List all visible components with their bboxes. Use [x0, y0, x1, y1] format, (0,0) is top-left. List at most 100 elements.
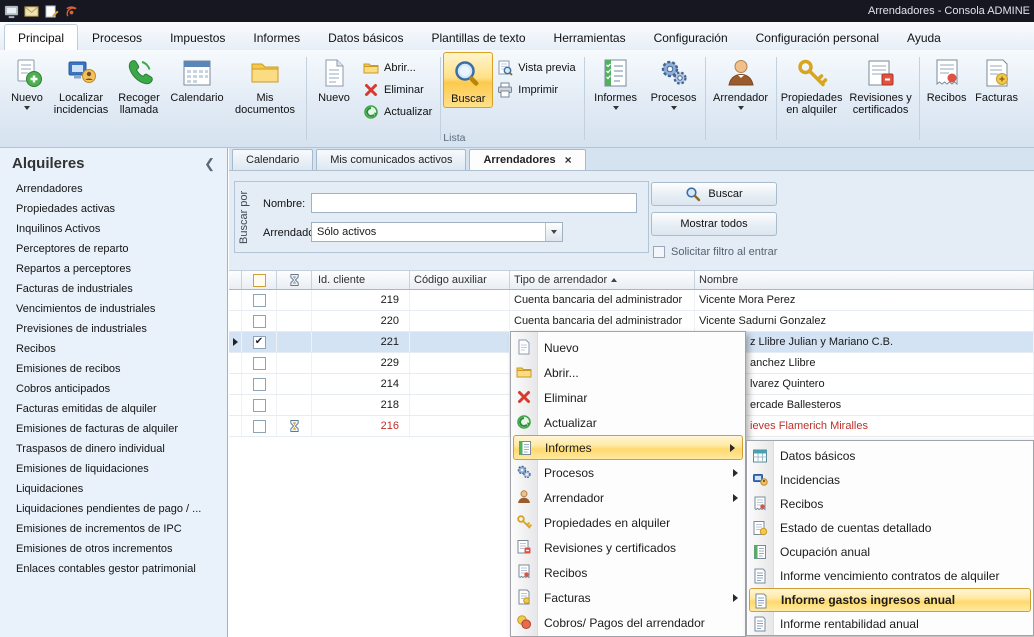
menu-item-nuevo[interactable]: Nuevo	[511, 335, 745, 360]
column-header-tipo-arrendador[interactable]: Tipo de arrendador	[510, 271, 695, 289]
tab-procesos[interactable]: Procesos	[78, 24, 156, 50]
menu-item-abrir[interactable]: Abrir...	[511, 360, 745, 385]
sidebar-item-vencimientos[interactable]: Vencimientos de industriales	[0, 299, 227, 319]
sidebar-item-cobros-anticipados[interactable]: Cobros anticipados	[0, 379, 227, 399]
sidebar-item-propiedades-activas[interactable]: Propiedades activas	[0, 199, 227, 219]
row-checkbox[interactable]	[252, 377, 266, 391]
row-checkbox[interactable]	[252, 314, 266, 328]
tab-plantillas[interactable]: Plantillas de texto	[417, 24, 539, 50]
sidebar-item-inquilinos-activos[interactable]: Inquilinos Activos	[0, 219, 227, 239]
arrendadores-select[interactable]: Sólo activos	[311, 222, 563, 242]
menu-item-arrendador[interactable]: Arrendador	[511, 485, 745, 510]
table-row[interactable]: 219 Cuenta bancaria del administrador Vi…	[229, 290, 1034, 311]
menu-item-recibos[interactable]: Recibos	[511, 560, 745, 585]
header-checkbox-icon[interactable]	[252, 273, 266, 287]
sidebar-item-incrementos-ipc[interactable]: Emisiones de incrementos de IPC	[0, 519, 227, 539]
collapse-sidebar-icon[interactable]: ❮	[204, 156, 215, 172]
sidebar-item-enlaces-contables[interactable]: Enlaces contables gestor patrimonial	[0, 559, 227, 579]
submenu-item-informe-rentabilidad[interactable]: Informe rentabilidad anual	[747, 612, 1033, 635]
column-header-codigo-auxiliar[interactable]: Código auxiliar	[410, 271, 510, 289]
localizar-incidencias-button[interactable]: Localizar incidencias	[52, 52, 110, 119]
menu-item-eliminar[interactable]: Eliminar	[511, 385, 745, 410]
sidebar-item-previsiones[interactable]: Previsiones de industriales	[0, 319, 227, 339]
submenu-item-datos-basicos[interactable]: Datos básicos	[747, 444, 1033, 468]
close-tab-icon[interactable]: ×	[565, 153, 572, 167]
table-row[interactable]: 220 Cuenta bancaria del administrador Vi…	[229, 311, 1034, 332]
solicitar-filtro-checkbox[interactable]: Solicitar filtro al entrar	[653, 246, 777, 258]
submenu-item-estado-cuentas[interactable]: Estado de cuentas detallado	[747, 516, 1033, 540]
sidebar-item-emisiones-recibos[interactable]: Emisiones de recibos	[0, 359, 227, 379]
tab-herramientas[interactable]: Herramientas	[540, 24, 640, 50]
nuevo-button[interactable]: Nuevo	[2, 52, 52, 112]
row-checkbox-checked[interactable]: ✔	[252, 335, 266, 349]
mail-icon[interactable]	[24, 4, 39, 19]
menu-item-procesos[interactable]: Procesos	[511, 460, 745, 485]
sidebar-item-facturas-industriales[interactable]: Facturas de industriales	[0, 279, 227, 299]
mostrar-todos-button[interactable]: Mostrar todos	[651, 212, 777, 236]
actualizar-button[interactable]: Actualizar	[363, 104, 432, 120]
submenu-item-incidencias[interactable]: Incidencias	[747, 468, 1033, 492]
edit-note-icon[interactable]	[44, 4, 59, 19]
menu-item-facturas[interactable]: Facturas	[511, 585, 745, 610]
sidebar-item-perceptores[interactable]: Perceptores de reparto	[0, 239, 227, 259]
tab-informes[interactable]: Informes	[239, 24, 314, 50]
eliminar-button[interactable]: Eliminar	[363, 82, 432, 98]
recibos-button[interactable]: Recibos	[922, 52, 972, 106]
abrir-button[interactable]: Abrir...	[363, 60, 432, 76]
sidebar-item-facturas-emitidas[interactable]: Facturas emitidas de alquiler	[0, 399, 227, 419]
tab-datos-basicos[interactable]: Datos básicos	[314, 24, 417, 50]
row-checkbox[interactable]	[252, 356, 266, 370]
procesos-button[interactable]: Procesos	[645, 52, 703, 112]
nombre-input[interactable]	[311, 193, 637, 213]
tab-configuracion[interactable]: Configuración	[640, 24, 742, 50]
submenu-item-ocupacion-anual[interactable]: Ocupación anual	[747, 540, 1033, 564]
tab-configuracion-personal[interactable]: Configuración personal	[742, 24, 893, 50]
buscar-button[interactable]: Buscar	[443, 52, 494, 109]
sidebar-item-repartos[interactable]: Repartos a perceptores	[0, 259, 227, 279]
revisiones-certificados-button[interactable]: Revisiones y certificados	[845, 52, 917, 119]
doc-tab-mis-comunicados[interactable]: Mis comunicados activos	[316, 149, 467, 170]
sidebar-item-arrendadores[interactable]: Arrendadores	[0, 179, 227, 199]
row-checkbox[interactable]	[252, 293, 266, 307]
doc-tab-arrendadores[interactable]: Arrendadores ×	[469, 149, 586, 170]
sidebar-item-emisiones-liquidaciones[interactable]: Emisiones de liquidaciones	[0, 459, 227, 479]
row-checkbox[interactable]	[252, 419, 266, 433]
doc-tab-calendario[interactable]: Calendario	[232, 149, 314, 170]
facturas-button[interactable]: Facturas	[972, 52, 1022, 106]
recoger-llamada-button[interactable]: Recoger llamada	[110, 52, 168, 119]
vista-previa-button[interactable]: Vista previa	[497, 60, 576, 76]
informes-button[interactable]: Informes	[587, 52, 645, 112]
combo-dropdown-button[interactable]	[545, 223, 562, 241]
propiedades-en-alquiler-button[interactable]: Propiedades en alquiler	[779, 52, 845, 119]
arrendador-button[interactable]: Arrendador	[708, 52, 774, 112]
column-header-nombre[interactable]: Nombre	[695, 271, 1034, 289]
sidebar-item-traspasos[interactable]: Traspasos de dinero individual	[0, 439, 227, 459]
calendario-button[interactable]: Calendario	[168, 52, 226, 106]
tab-impuestos[interactable]: Impuestos	[156, 24, 239, 50]
buscar-panel-button[interactable]: Buscar	[651, 182, 777, 206]
sidebar-item-otros-incrementos[interactable]: Emisiones de otros incrementos	[0, 539, 227, 559]
menu-item-informes[interactable]: Informes	[513, 435, 743, 460]
table-icon	[753, 449, 767, 463]
tab-ayuda[interactable]: Ayuda	[893, 24, 955, 50]
menu-item-cobros-pagos[interactable]: Cobros/ Pagos del arrendador	[511, 610, 745, 635]
row-checkbox[interactable]	[252, 398, 266, 412]
menu-item-revisiones-certificados[interactable]: Revisiones y certificados	[511, 535, 745, 560]
checkbox-icon[interactable]	[653, 246, 665, 258]
sidebar-item-emisiones-facturas[interactable]: Emisiones de facturas de alquiler	[0, 419, 227, 439]
mis-documentos-button[interactable]: Mis documentos	[226, 52, 304, 119]
sidebar-item-liquidaciones-pendientes[interactable]: Liquidaciones pendientes de pago / ...	[0, 499, 227, 519]
menu-item-propiedades-en-alquiler[interactable]: Propiedades en alquiler	[511, 510, 745, 535]
monitor-icon[interactable]	[4, 4, 19, 19]
sidebar-item-recibos[interactable]: Recibos	[0, 339, 227, 359]
nuevo-registro-button[interactable]: Nuevo	[309, 52, 359, 106]
tab-principal[interactable]: Principal	[4, 24, 79, 50]
submenu-item-informe-gastos-ingresos[interactable]: Informe gastos ingresos anual	[749, 588, 1031, 612]
column-header-id-cliente[interactable]: Id. cliente	[312, 271, 410, 289]
imprimir-button[interactable]: Imprimir	[497, 82, 575, 98]
menu-item-actualizar[interactable]: Actualizar	[511, 410, 745, 435]
sidebar-item-liquidaciones[interactable]: Liquidaciones	[0, 479, 227, 499]
signal-icon[interactable]	[64, 4, 79, 19]
submenu-item-recibos[interactable]: Recibos	[747, 492, 1033, 516]
submenu-item-informe-vencimiento[interactable]: Informe vencimiento contratos de alquile…	[747, 564, 1033, 588]
